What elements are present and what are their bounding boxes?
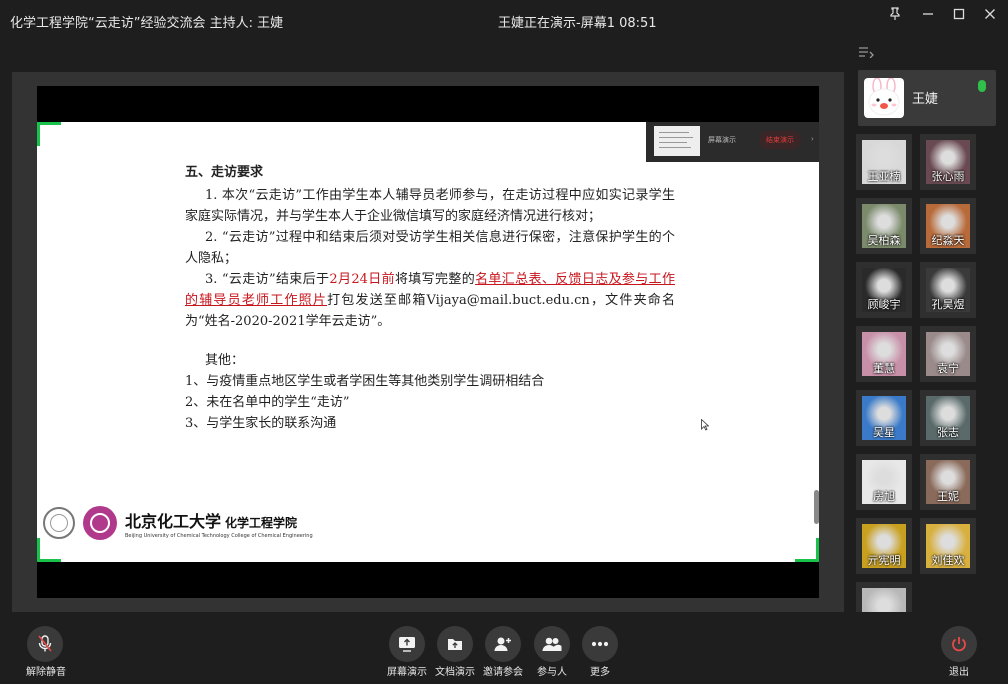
participant-tile[interactable]: 孔昊煜: [920, 262, 976, 318]
share-frame-corner: [37, 538, 61, 562]
others-label: 其他：: [205, 353, 245, 368]
participant-tile[interactable]: 王亚楠: [856, 134, 912, 190]
slide-heading: 五、走访要求: [185, 165, 264, 180]
title-bar: 化学工程学院“云走访”经验交流会 主持人: 王婕 王婕正在演示-屏幕1 08:5…: [0, 0, 1008, 40]
participant-tile[interactable]: 吴星: [856, 390, 912, 446]
participant-name: 房旭: [873, 490, 895, 503]
university-logo-row: 北京化工大学 化学工程学院 Beijing University of Chemi…: [43, 504, 313, 542]
p3-text-b: 将填写完整的: [394, 272, 476, 287]
p3-deadline: 2月24日前: [329, 272, 395, 287]
close-icon[interactable]: [976, 3, 1004, 25]
university-seal-icon: [43, 507, 75, 539]
leave-label: 退出: [949, 667, 969, 678]
others-section: 其他： 1、与疫情重点地区学生或者学困生等其他类别学生调研相结合 2、未在名单中…: [185, 350, 675, 434]
host-avatar: [864, 77, 904, 118]
meeting-window: 化学工程学院“云走访”经验交流会 主持人: 王婕 王婕正在演示-屏幕1 08:5…: [0, 0, 1008, 684]
others-item: 1、与疫情重点地区学生或者学困生等其他类别学生调研相结合: [185, 374, 545, 389]
participant-tile[interactable]: 亓宪明: [856, 518, 912, 574]
slide-scrollbar[interactable]: [814, 490, 819, 524]
participant-tile[interactable]: 房旭: [856, 454, 912, 510]
slide-paragraph-1: 1. 本次“云走访”工作由学生本人辅导员老师参与，在走访过程中应如实记录学生家庭…: [185, 188, 675, 224]
minimize-icon[interactable]: [914, 3, 942, 25]
letterbox-top: [37, 86, 819, 122]
participant-avatar: [862, 588, 906, 612]
screen-share-label: 屏幕演示: [387, 667, 427, 678]
participant-tile[interactable]: 王妮: [920, 454, 976, 510]
participant-name: 吴星: [873, 426, 895, 439]
others-item: 2、未在名单中的学生“走访”: [185, 395, 350, 410]
invite-label: 邀请参会: [483, 667, 523, 678]
maximize-icon[interactable]: [945, 3, 973, 25]
participant-name: 刘佳欢: [931, 554, 965, 567]
university-emblem-icon: [83, 506, 117, 540]
presenter-mini-panel: 屏幕演示 结束演示 ›: [646, 122, 819, 162]
more-button[interactable]: [582, 626, 618, 662]
pin-icon[interactable]: [881, 3, 909, 25]
participant-tile[interactable]: 纪淼天: [920, 198, 976, 254]
unmute-label: 解除静音: [26, 667, 66, 678]
invite-button[interactable]: [485, 626, 521, 662]
participant-name: 纪淼天: [931, 234, 965, 247]
participant-tile[interactable]: 张心雨: [920, 134, 976, 190]
screen-share-button[interactable]: [389, 626, 425, 662]
participant-tile[interactable]: 张志: [920, 390, 976, 446]
university-name-en: Beijing University of Chemical Technolog…: [125, 532, 313, 539]
participant-name: 董慧: [873, 362, 895, 375]
participant-name: 袁宁: [937, 362, 959, 375]
participant-name: 吴柏森: [867, 234, 901, 247]
participant-tile[interactable]: [856, 582, 912, 612]
unmute-button[interactable]: [27, 626, 63, 662]
mouse-cursor-icon: [701, 418, 710, 434]
more-label: 更多: [590, 667, 610, 678]
presentation-slide: 五、走访要求 1. 本次“云走访”工作由学生本人辅导员老师参与，在走访过程中应如…: [37, 122, 819, 562]
p3-text-a: 3. “云走访”结束后于: [205, 272, 330, 287]
university-name: 北京化工大学 化学工程学院 Beijing University of Chemi…: [125, 508, 313, 539]
slide-paragraph-2: 2. “云走访”过程中和结束后须对受访学生相关信息进行保密，注意保护学生的个人隐…: [185, 230, 675, 266]
participant-name: 王亚楠: [867, 170, 901, 183]
slide-paragraph-3: 3. “云走访”结束后于2月24日前将填写完整的名单汇总表、反馈日志及参与工作的…: [185, 269, 675, 332]
slide-content: 五、走访要求 1. 本次“云走访”工作由学生本人辅导员老师参与，在走访过程中应如…: [185, 162, 675, 434]
participant-tile[interactable]: 董慧: [856, 326, 912, 382]
participants-label: 参与人: [537, 667, 567, 678]
participants-button[interactable]: [534, 626, 570, 662]
meeting-title: 化学工程学院“云走访”经验交流会 主持人: 王婕: [10, 16, 284, 31]
host-name: 王婕: [912, 92, 939, 107]
presenting-status: 王婕正在演示-屏幕1 08:51: [498, 16, 657, 31]
university-name-cn: 北京化工大学: [125, 511, 222, 531]
participant-name: 张志: [937, 426, 959, 439]
participant-tile[interactable]: 吴柏森: [856, 198, 912, 254]
participant-name: 顾峻宇: [867, 298, 901, 311]
stop-sharing-button[interactable]: 结束演示: [759, 131, 801, 149]
leave-meeting-button[interactable]: [941, 626, 977, 662]
participant-name: 张心雨: [931, 170, 965, 183]
screen-share-label: 屏幕演示: [708, 136, 736, 144]
participant-tile[interactable]: 刘佳欢: [920, 518, 976, 574]
screen-thumbnail[interactable]: [654, 126, 700, 156]
college-name-cn: 化学工程学院: [225, 515, 298, 530]
document-share-label: 文档演示: [435, 667, 475, 678]
host-video-tile[interactable]: 王婕: [858, 70, 996, 126]
letterbox-bottom: [37, 562, 819, 598]
participant-name: 孔昊煜: [931, 298, 965, 311]
others-item: 3、与学生家长的联系沟通: [185, 416, 337, 431]
chevron-right-icon[interactable]: ›: [811, 135, 814, 143]
share-frame-corner: [37, 122, 61, 146]
mic-active-icon: [978, 80, 986, 92]
participant-tile[interactable]: 顾峻宇: [856, 262, 912, 318]
share-frame-corner: [795, 538, 819, 562]
participant-name: 王妮: [937, 490, 959, 503]
participant-name: 亓宪明: [867, 554, 901, 567]
participant-tile[interactable]: 袁宁: [920, 326, 976, 382]
participant-list-icon[interactable]: [858, 46, 874, 61]
document-share-button[interactable]: [437, 626, 473, 662]
